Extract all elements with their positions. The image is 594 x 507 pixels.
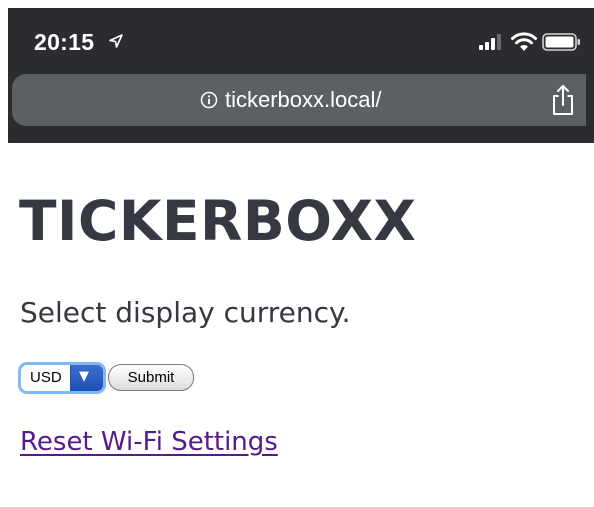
- battery-icon: [542, 33, 580, 51]
- currency-prompt: Select display currency.: [20, 296, 351, 329]
- reset-wifi-link[interactable]: Reset Wi-Fi Settings: [20, 425, 278, 459]
- chevron-down-icon: ▼: [79, 369, 89, 384]
- status-time: 20:15: [34, 29, 95, 55]
- phone-screen: 20:15 tickerboxx.local/ TICKERBOXX Selec…: [0, 0, 594, 507]
- currency-selected-value: USD: [30, 369, 62, 386]
- page-title: TICKERBOXX: [19, 189, 417, 253]
- submit-button[interactable]: Submit: [108, 364, 194, 391]
- signal-icon: [479, 34, 501, 50]
- wifi-icon: [511, 32, 537, 51]
- info-circle-icon: [200, 91, 218, 109]
- location-arrow-icon: [109, 34, 123, 48]
- share-icon[interactable]: [550, 84, 576, 116]
- select-arrow-button[interactable]: ▼: [70, 365, 103, 391]
- url-text[interactable]: tickerboxx.local/: [225, 86, 382, 114]
- currency-select[interactable]: USD ▼: [18, 362, 106, 394]
